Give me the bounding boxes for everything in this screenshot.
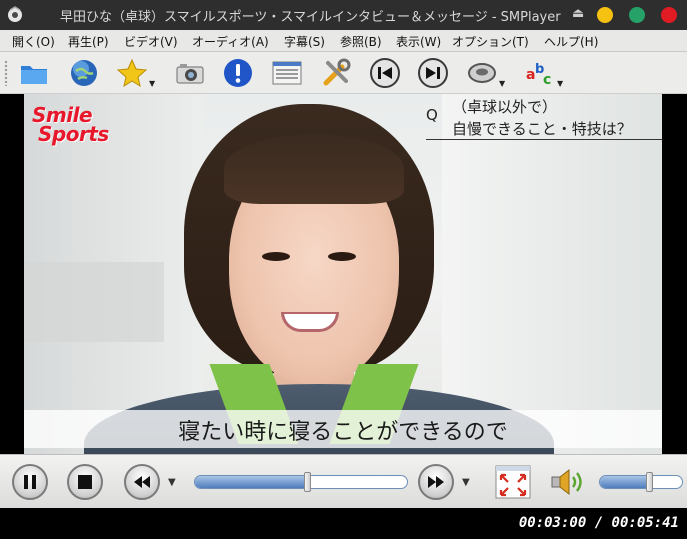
mute-button[interactable] [549,465,585,499]
playlist-icon [272,61,302,85]
star-icon [116,58,148,88]
rewind-icon [134,476,150,488]
favorites-menu-caret[interactable]: ▼ [149,79,155,88]
camera-icon [176,64,204,84]
background-shelf [24,262,164,342]
stop-button[interactable] [67,464,103,500]
question-mark: Q [426,106,438,124]
previous-icon [370,58,400,88]
main-toolbar: ▼ ▼ a b c ▼ [0,52,687,94]
minimize-button[interactable] [597,7,613,23]
menu-play[interactable]: 再生(P) [68,33,109,50]
menu-options[interactable]: オプション(T) [452,33,529,50]
person-eye-left [262,252,290,261]
folder-icon [21,66,47,84]
fullscreen-button[interactable] [495,465,531,499]
fullscreen-icon [495,465,531,499]
stop-icon [78,475,92,489]
video-frame: Smile Sports Q （卓球以外で） 自慢できること・特技は？ 寝たい時… [24,94,662,454]
seek-slider[interactable] [194,472,408,492]
smplayer-app-icon[interactable] [6,6,24,24]
maximize-button[interactable] [629,7,645,23]
pause-button[interactable] [12,464,48,500]
title-bar: 早田ひな（卓球）スマイルスポーツ・スマイルインタビュー＆メッセージ - SMPl… [0,0,687,30]
question-line-2: 自慢できること・特技は？ [452,120,632,138]
svg-text:c: c [543,72,551,88]
logo-line-2: Sports [38,122,109,146]
next-icon [418,58,448,88]
seek-slider-fill [195,476,307,488]
menu-video[interactable]: ビデオ(V) [124,33,178,50]
time-display: 00:03:00 / 00:05:41 [518,515,679,531]
forward-menu-caret[interactable]: ▼ [462,477,470,488]
control-bar: ▼ ▼ [0,454,687,508]
person-eye-right [328,252,356,261]
volume-slider-handle[interactable] [646,472,653,492]
subtitle-icon: a b c [526,62,551,88]
question-caption: Q （卓球以外で） 自慢できること・特技は？ [426,96,662,140]
menu-help[interactable]: ヘルプ(H) [544,33,598,50]
seek-slider-handle[interactable] [304,472,311,492]
pause-icon [24,475,36,489]
subtitle-band: 寝たい時に寝ることができるので [24,410,662,448]
audio-track-button[interactable] [466,57,498,89]
window-title: 早田ひな（卓球）スマイルスポーツ・スマイルインタビュー＆メッセージ - SMPl… [60,10,561,25]
menu-view[interactable]: 表示(W) [396,33,441,50]
status-bar: 00:03:00 / 00:05:41 [0,508,687,539]
properties-button[interactable] [222,57,254,89]
smile-sports-logo: Smile Sports [32,105,122,146]
forward-button[interactable] [418,464,454,500]
rewind-menu-caret[interactable]: ▼ [168,477,176,488]
globe-icon [71,60,97,86]
open-file-button[interactable] [18,57,50,89]
volume-slider[interactable] [599,472,683,492]
subtitle-track-button[interactable]: a b c [524,57,556,89]
video-area[interactable]: Smile Sports Q （卓球以外で） 自慢できること・特技は？ 寝たい時… [0,94,687,454]
playlist-button[interactable] [271,57,303,89]
subtitle-text: 寝たい時に寝ることができるので [178,420,508,445]
favorites-button[interactable] [116,57,148,89]
volume-slider-fill [600,476,649,488]
tools-icon [323,58,351,86]
rewind-button[interactable] [124,464,160,500]
speaker-icon [551,468,582,496]
previous-button[interactable] [369,57,401,89]
audio-track-icon [468,63,496,83]
audio-track-menu-caret[interactable]: ▼ [499,79,505,88]
smplayer-window: 早田ひな（卓球）スマイルスポーツ・スマイルインタビュー＆メッセージ - SMPl… [0,0,687,539]
menu-browse[interactable]: 参照(B) [340,33,382,50]
preferences-button[interactable] [320,57,352,89]
open-url-button[interactable] [68,57,100,89]
question-line-1: （卓球以外で） [452,98,558,116]
menu-open[interactable]: 開く(O) [12,33,55,50]
person-bangs [224,134,404,204]
next-button[interactable] [417,57,449,89]
screenshot-button[interactable] [174,57,206,89]
forward-icon [428,476,444,488]
shade-icon[interactable]: ⏏ [572,6,584,21]
subtitle-menu-caret[interactable]: ▼ [557,79,563,88]
menu-bar: 開く(O) 再生(P) ビデオ(V) オーディオ(A) 字幕(S) 参照(B) … [0,30,687,52]
menu-subtitles[interactable]: 字幕(S) [284,33,325,50]
close-button[interactable] [661,7,677,23]
menu-audio[interactable]: オーディオ(A) [192,33,269,50]
toolbar-grip[interactable] [4,60,8,86]
info-icon [224,59,252,87]
